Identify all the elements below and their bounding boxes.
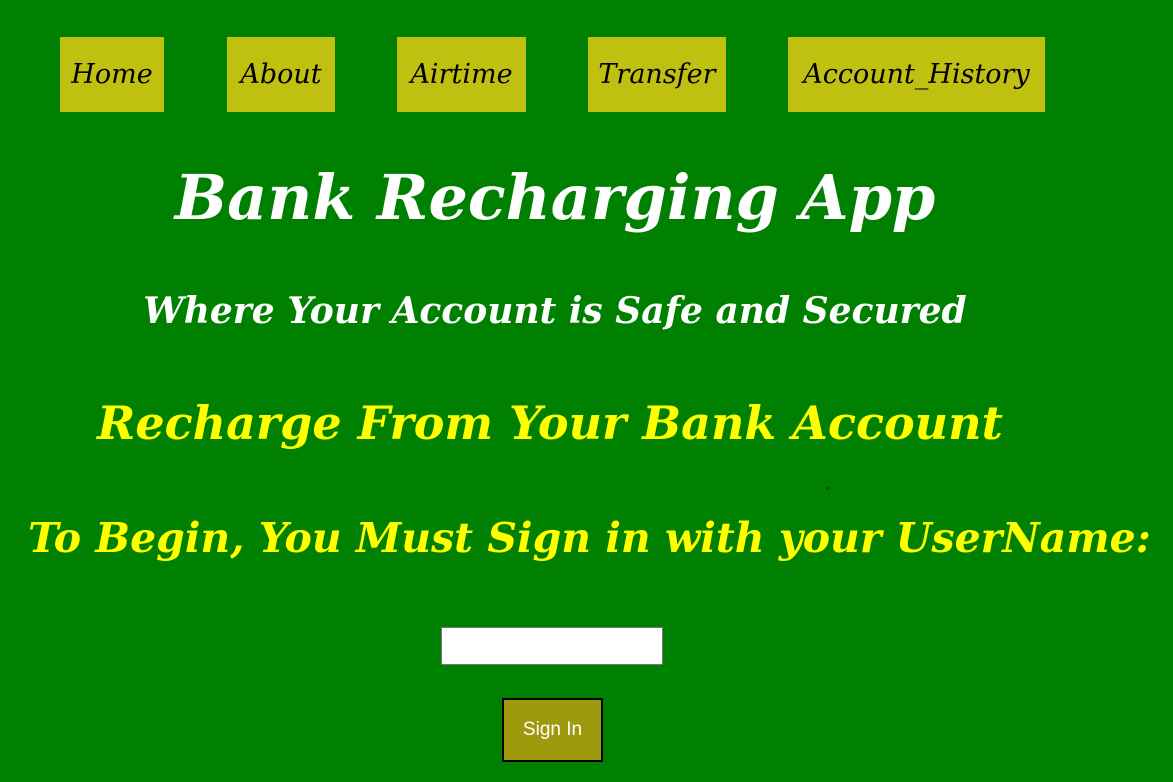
- nav-item-account-history[interactable]: Account_History: [788, 37, 1045, 112]
- nav-item-transfer[interactable]: Transfer: [588, 37, 726, 112]
- signin-prompt: To Begin, You Must Sign in with your Use…: [28, 514, 1151, 562]
- page-title: Bank Recharging App: [174, 161, 936, 234]
- recharge-heading: Recharge From Your Bank Account: [97, 396, 1003, 450]
- stray-dot: [826, 487, 829, 490]
- sign-in-button[interactable]: Sign In: [502, 698, 603, 762]
- nav-item-airtime[interactable]: Airtime: [397, 37, 526, 112]
- tagline: Where Your Account is Safe and Secured: [143, 290, 967, 332]
- username-input[interactable]: [441, 627, 663, 665]
- nav-item-home[interactable]: Home: [60, 37, 164, 112]
- nav-item-about[interactable]: About: [227, 37, 335, 112]
